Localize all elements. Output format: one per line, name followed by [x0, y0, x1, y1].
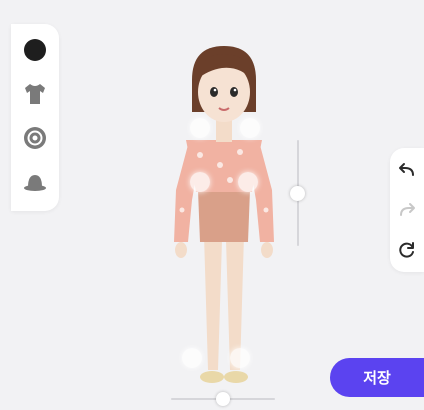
- shoulder-right-handle[interactable]: [240, 118, 260, 138]
- refresh-icon: [399, 242, 414, 258]
- accessory-tool-button[interactable]: [21, 124, 49, 152]
- clothes-tool-button[interactable]: [21, 80, 49, 108]
- shirt-icon: [25, 84, 45, 104]
- avatar-figure[interactable]: [160, 40, 288, 390]
- redo-button[interactable]: [393, 196, 421, 224]
- history-toolbar: [390, 148, 424, 272]
- category-toolbar: [11, 24, 59, 211]
- horizontal-slider-thumb[interactable]: [216, 392, 230, 406]
- foot-right-handle[interactable]: [230, 348, 250, 368]
- hair-icon: [24, 39, 46, 61]
- elbow-right-handle[interactable]: [238, 172, 258, 192]
- target-icon: [24, 127, 46, 149]
- foot-left-handle[interactable]: [182, 348, 202, 368]
- vertical-slider-thumb[interactable]: [290, 185, 305, 201]
- hat-tool-button[interactable]: [21, 168, 49, 196]
- hair-tool-button[interactable]: [21, 36, 49, 64]
- hat-icon: [24, 175, 46, 191]
- undo-button[interactable]: [393, 156, 421, 184]
- reset-button[interactable]: [393, 236, 421, 264]
- elbow-left-handle[interactable]: [190, 172, 210, 192]
- save-button[interactable]: 저장: [330, 358, 424, 397]
- shoulder-left-handle[interactable]: [190, 118, 210, 138]
- avatar-illustration: [174, 46, 274, 383]
- undo-icon: [399, 163, 414, 176]
- redo-icon: [400, 203, 415, 216]
